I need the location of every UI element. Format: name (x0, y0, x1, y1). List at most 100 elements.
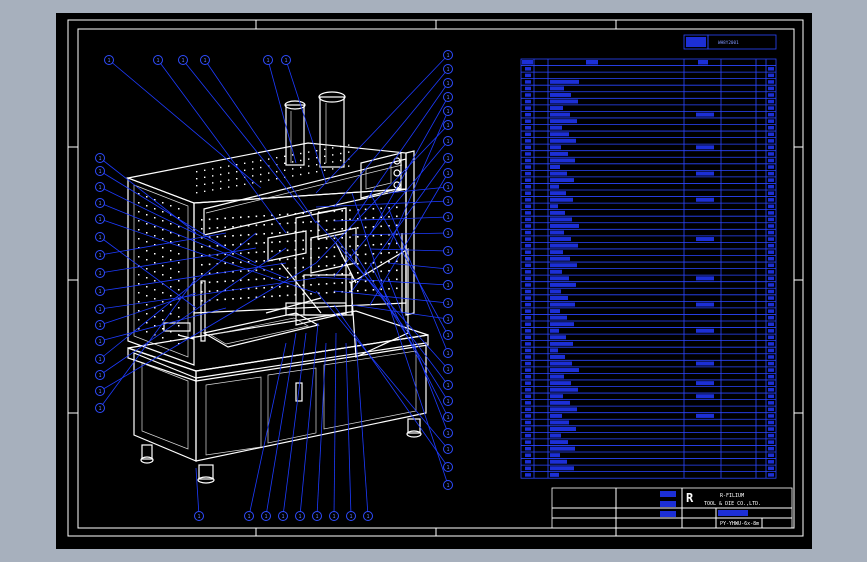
leader-line (315, 54, 449, 194)
leader-line (316, 342, 327, 517)
balloon-number: 1 (446, 267, 449, 273)
leader-line (351, 248, 449, 402)
part-balloon: 1 (443, 428, 453, 438)
title-block-drawing-number: PY-YHWU-6x-8m (720, 521, 759, 527)
part-balloon: 1 (443, 412, 453, 422)
balloon-number: 1 (107, 58, 110, 64)
balloon-number: 1 (197, 514, 200, 520)
balloon-number: 1 (446, 95, 449, 101)
balloon-number: 1 (98, 185, 101, 191)
leader-line (333, 332, 337, 517)
balloon-number: 1 (446, 123, 449, 129)
leader-line (333, 304, 449, 468)
leader-line (387, 276, 449, 434)
part-balloon: 1 (443, 50, 453, 60)
company-name-line2: TOOL & DIE CO.,LTD. (704, 501, 761, 507)
balloon-number: 1 (446, 483, 449, 489)
part-balloon: 1 (95, 166, 105, 176)
part-balloon: 1 (443, 298, 453, 308)
part-balloon: 1 (443, 120, 453, 130)
part-balloon: 1 (443, 182, 453, 192)
part-balloon: 1 (443, 380, 453, 390)
leader-line (333, 216, 449, 222)
part-balloon: 1 (95, 354, 105, 364)
balloon-number: 1 (446, 317, 449, 323)
leader-line (299, 322, 319, 517)
part-balloons: 1 1 1 1 1 1 1 1 1 1 1 1 1 1 1 1 1 1 1 1 1 1 1 1 1 1 1 1 1 1 1 1 1 1 1 1 1 1 1 1… (95, 50, 453, 521)
balloon-number: 1 (446, 185, 449, 191)
part-balloon: 1 (95, 250, 105, 260)
balloon-number: 1 (446, 367, 449, 373)
leader-line (182, 59, 307, 214)
leader-line (351, 157, 449, 292)
balloon-number: 1 (284, 58, 287, 64)
leader-line (265, 332, 297, 517)
balloon-number: 1 (446, 109, 449, 115)
balloon-number: 1 (266, 58, 269, 64)
leader-line (99, 157, 197, 234)
part-balloon: 1 (95, 182, 105, 192)
balloon-number: 1 (446, 333, 449, 339)
part-balloon: 1 (329, 511, 339, 521)
leader-line (369, 262, 449, 418)
balloon-number: 1 (446, 283, 449, 289)
title-block: R R-FILIUM TOOL & DIE CO.,LTD. PY-YHWU-6… (551, 487, 793, 529)
balloon-number: 1 (98, 339, 101, 345)
cad-drawing: WH8Y2001 1 1 1 1 1 111111111111111111111… (67, 19, 804, 537)
part-balloon: 1 (104, 55, 114, 65)
balloon-number: 1 (98, 156, 101, 162)
drawing-number-box: WH8Y2001 (683, 34, 777, 50)
balloon-number: 1 (98, 201, 101, 207)
balloon-number: 1 (98, 253, 101, 259)
balloon-number: 1 (446, 231, 449, 237)
part-balloon: 1 (443, 364, 453, 374)
balloon-number: 1 (98, 271, 101, 277)
part-balloon: 1 (443, 396, 453, 406)
balloon-number: 1 (203, 58, 206, 64)
part-balloon: 1 (95, 370, 105, 380)
bill-of-materials-table (520, 58, 777, 479)
drawing-sheet: WH8Y2001 1 1 1 1 1 1 1 1 1 1 1 1 1 1 1 1… (56, 13, 812, 549)
part-balloon: 1 (281, 55, 291, 65)
leader-line (157, 59, 287, 234)
drawing-number-top: WH8Y2001 (718, 40, 739, 46)
leader-line (333, 68, 449, 208)
part-balloon: 1 (443, 212, 453, 222)
part-balloon: 1 (443, 348, 453, 358)
part-balloon: 1 (194, 511, 204, 521)
balloon-number: 1 (446, 415, 449, 421)
part-balloon: 1 (95, 320, 105, 330)
balloon-number: 1 (281, 514, 284, 520)
leader-line (333, 290, 449, 304)
balloon-number: 1 (98, 235, 101, 241)
leader-line (99, 307, 227, 342)
part-balloon: 1 (200, 55, 210, 65)
part-balloon: 1 (443, 153, 453, 163)
balloon-number: 1 (446, 171, 449, 177)
part-balloon: 1 (443, 136, 453, 146)
balloon-number: 1 (446, 139, 449, 145)
part-balloon: 1 (443, 196, 453, 206)
part-balloon: 1 (443, 168, 453, 178)
balloon-number: 1 (98, 373, 101, 379)
part-balloon: 1 (443, 480, 453, 490)
part-balloon: 1 (95, 403, 105, 413)
part-balloon: 1 (443, 64, 453, 74)
balloon-number: 1 (446, 399, 449, 405)
part-balloon: 1 (443, 330, 453, 340)
part-balloon: 1 (443, 462, 453, 472)
part-balloon: 1 (443, 444, 453, 454)
balloon-number: 1 (98, 406, 101, 412)
part-balloon: 1 (443, 264, 453, 274)
part-balloon: 1 (244, 511, 254, 521)
part-balloon: 1 (95, 214, 105, 224)
balloon-number: 1 (98, 217, 101, 223)
leader-line (99, 232, 227, 256)
balloon-number: 1 (446, 53, 449, 59)
balloon-number: 1 (446, 465, 449, 471)
balloon-number: 1 (446, 81, 449, 87)
part-balloon: 1 (263, 55, 273, 65)
part-balloon: 1 (95, 304, 105, 314)
part-balloon: 1 (443, 92, 453, 102)
part-balloon: 1 (278, 511, 288, 521)
